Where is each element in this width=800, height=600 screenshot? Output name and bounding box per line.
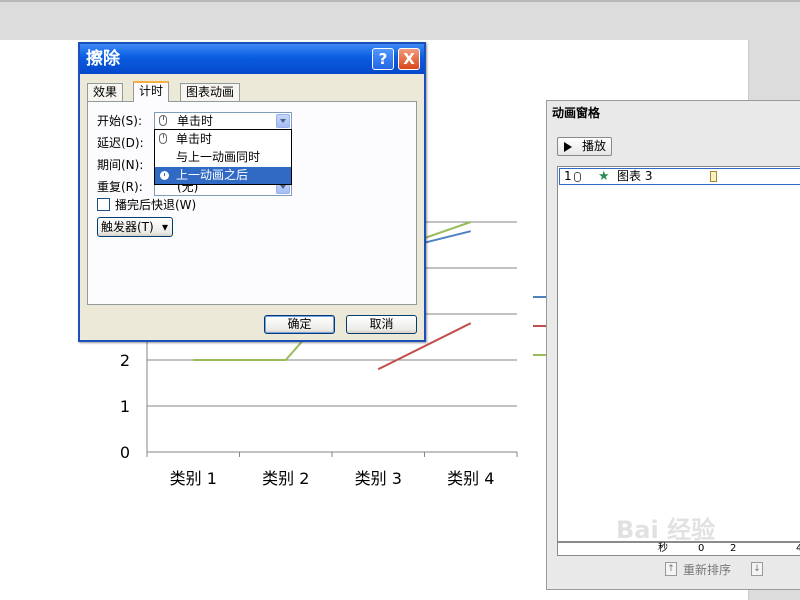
mouse-icon — [574, 172, 581, 182]
ok-button[interactable]: 确定 — [264, 315, 335, 334]
close-button[interactable]: X — [398, 48, 420, 70]
mouse-icon — [159, 133, 167, 144]
animation-item[interactable]: 1 ★ 图表 3 — [559, 168, 800, 185]
y-tick-label: 2 — [120, 351, 130, 370]
help-button[interactable]: ? — [372, 48, 394, 70]
start-option-on-click[interactable]: 单击时 — [155, 131, 291, 148]
cancel-button[interactable]: 取消 — [346, 315, 417, 334]
animation-number: 1 — [564, 169, 572, 183]
play-button[interactable]: 播放 — [557, 137, 612, 156]
play-icon — [564, 142, 572, 152]
repeat-label: 重复(R): — [97, 180, 143, 194]
dialog-title: 擦除 — [86, 49, 120, 69]
animation-label: 图表 3 — [617, 169, 653, 183]
exit-effect-star-icon: ★ — [598, 169, 610, 184]
timing-panel: 开始(S): 单击时 延迟(D): 期间(N): 重复(R): (无) 播完后快… — [87, 101, 417, 305]
mouse-icon — [159, 115, 167, 126]
delay-label: 延迟(D): — [97, 136, 144, 150]
timing-bar[interactable] — [710, 171, 717, 182]
rewind-label: 播完后快退(W) — [115, 198, 197, 212]
move-up-icon[interactable]: ↑ — [665, 562, 677, 576]
clock-icon — [160, 171, 169, 180]
seconds-tick: 2 — [730, 543, 737, 554]
start-select-value: 单击时 — [177, 114, 214, 128]
watermark: Bai 经验 — [616, 516, 716, 544]
reorder-control: ↑ 重新排序 ↓ — [665, 561, 765, 579]
trigger-label: 触发器(T) — [101, 220, 154, 234]
x-tick-label: 类别 3 — [355, 469, 402, 488]
pane-title: 动画窗格 — [552, 106, 601, 120]
double-chevron-down-icon: ▾ — [161, 220, 168, 234]
seconds-tick: 4 — [796, 543, 800, 554]
y-tick-label: 0 — [120, 443, 130, 462]
rewind-checkbox[interactable] — [97, 198, 110, 211]
trigger-button[interactable]: 触发器(T) ▾ — [97, 217, 173, 237]
period-label: 期间(N): — [97, 158, 144, 172]
x-tick-label: 类别 1 — [170, 469, 217, 488]
start-option-after-previous[interactable]: 上一动画之后 — [155, 167, 291, 184]
chevron-down-icon[interactable] — [276, 114, 290, 128]
tab-effect[interactable]: 效果 — [87, 83, 124, 101]
tab-chart-animation[interactable]: 图表动画 — [180, 83, 241, 101]
x-tick-label: 类别 4 — [447, 469, 494, 488]
tab-timing[interactable]: 计时 — [133, 81, 170, 102]
y-tick-label: 1 — [120, 397, 130, 416]
start-label: 开始(S): — [97, 114, 143, 128]
start-dropdown-list: 单击时 与上一动画同时 上一动画之后 — [154, 129, 292, 185]
reorder-label: 重新排序 — [683, 563, 732, 577]
start-select[interactable]: 单击时 — [154, 112, 292, 130]
erase-effect-dialog: 擦除 ? X 效果 计时 图表动画 开始(S): 单击时 延迟(D): 期间(N… — [78, 42, 426, 342]
x-tick-label: 类别 2 — [262, 469, 309, 488]
top-toolbar-strip — [0, 0, 800, 28]
animation-list: 1 ★ 图表 3 — [557, 166, 800, 542]
dialog-titlebar[interactable]: 擦除 ? X — [80, 44, 424, 74]
move-down-icon[interactable]: ↓ — [751, 562, 763, 576]
start-option-with-previous[interactable]: 与上一动画同时 — [155, 149, 291, 166]
